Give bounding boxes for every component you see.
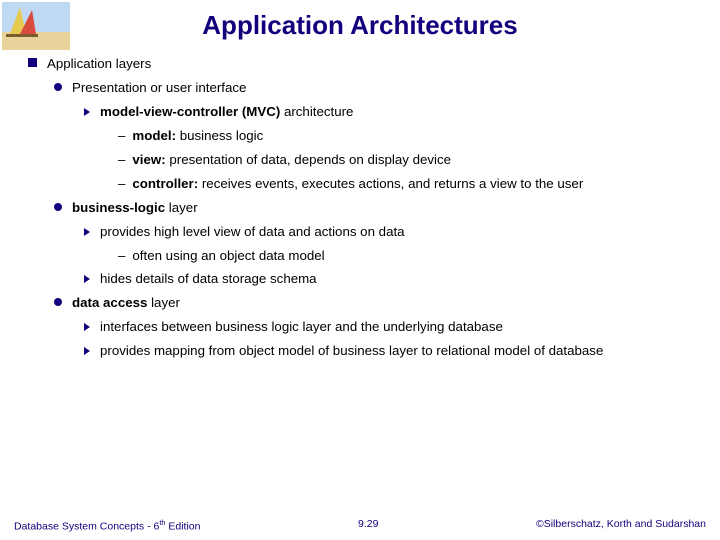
text: controller: receives events, executes ac… xyxy=(132,175,583,193)
list-item: – controller: receives events, executes … xyxy=(118,175,700,193)
text: business-logic layer xyxy=(72,199,198,217)
text: interfaces between business logic layer … xyxy=(100,318,503,336)
dash-bullet-icon: – xyxy=(118,151,125,169)
text: hides details of data storage schema xyxy=(100,270,317,288)
text: often using an object data model xyxy=(132,247,324,265)
list-item: interfaces between business logic layer … xyxy=(84,318,700,336)
dash-bullet-icon: – xyxy=(118,127,125,145)
list-item: – view: presentation of data, depends on… xyxy=(118,151,700,169)
slide-thumbnail xyxy=(2,2,70,50)
dash-bullet-icon: – xyxy=(118,175,125,193)
list-item: model-view-controller (MVC) architecture xyxy=(84,103,700,121)
triangle-bullet-icon xyxy=(84,228,90,236)
list-item: provides high level view of data and act… xyxy=(84,223,700,241)
list-item: data access layer xyxy=(54,294,700,312)
slide-title: Application Architectures xyxy=(0,0,720,49)
list-item: hides details of data storage schema xyxy=(84,270,700,288)
list-item: Presentation or user interface xyxy=(54,79,700,97)
list-item: Application layers xyxy=(28,55,700,73)
text: view: presentation of data, depends on d… xyxy=(132,151,451,169)
list-item: business-logic layer xyxy=(54,199,700,217)
dash-bullet-icon: – xyxy=(118,247,125,265)
list-item: – often using an object data model xyxy=(118,247,700,265)
text: Application layers xyxy=(47,55,151,73)
footer-left: Database System Concepts - 6th Edition xyxy=(14,518,200,533)
text: Presentation or user interface xyxy=(72,79,246,97)
text: data access layer xyxy=(72,294,180,312)
text: provides high level view of data and act… xyxy=(100,223,405,241)
dot-bullet-icon xyxy=(54,298,62,306)
text: model-view-controller (MVC) architecture xyxy=(100,103,353,121)
slide-body: Application layers Presentation or user … xyxy=(0,55,720,360)
footer-right: ©Silberschatz, Korth and Sudarshan xyxy=(536,518,706,533)
slide-footer: Database System Concepts - 6th Edition 9… xyxy=(0,518,720,533)
triangle-bullet-icon xyxy=(84,108,90,116)
square-bullet-icon xyxy=(28,58,37,67)
triangle-bullet-icon xyxy=(84,347,90,355)
triangle-bullet-icon xyxy=(84,323,90,331)
list-item: provides mapping from object model of bu… xyxy=(84,342,700,360)
text: provides mapping from object model of bu… xyxy=(100,342,603,360)
dot-bullet-icon xyxy=(54,83,62,91)
list-item: – model: business logic xyxy=(118,127,700,145)
triangle-bullet-icon xyxy=(84,275,90,283)
dot-bullet-icon xyxy=(54,203,62,211)
text: model: business logic xyxy=(132,127,263,145)
footer-center: 9.29 xyxy=(358,518,378,533)
